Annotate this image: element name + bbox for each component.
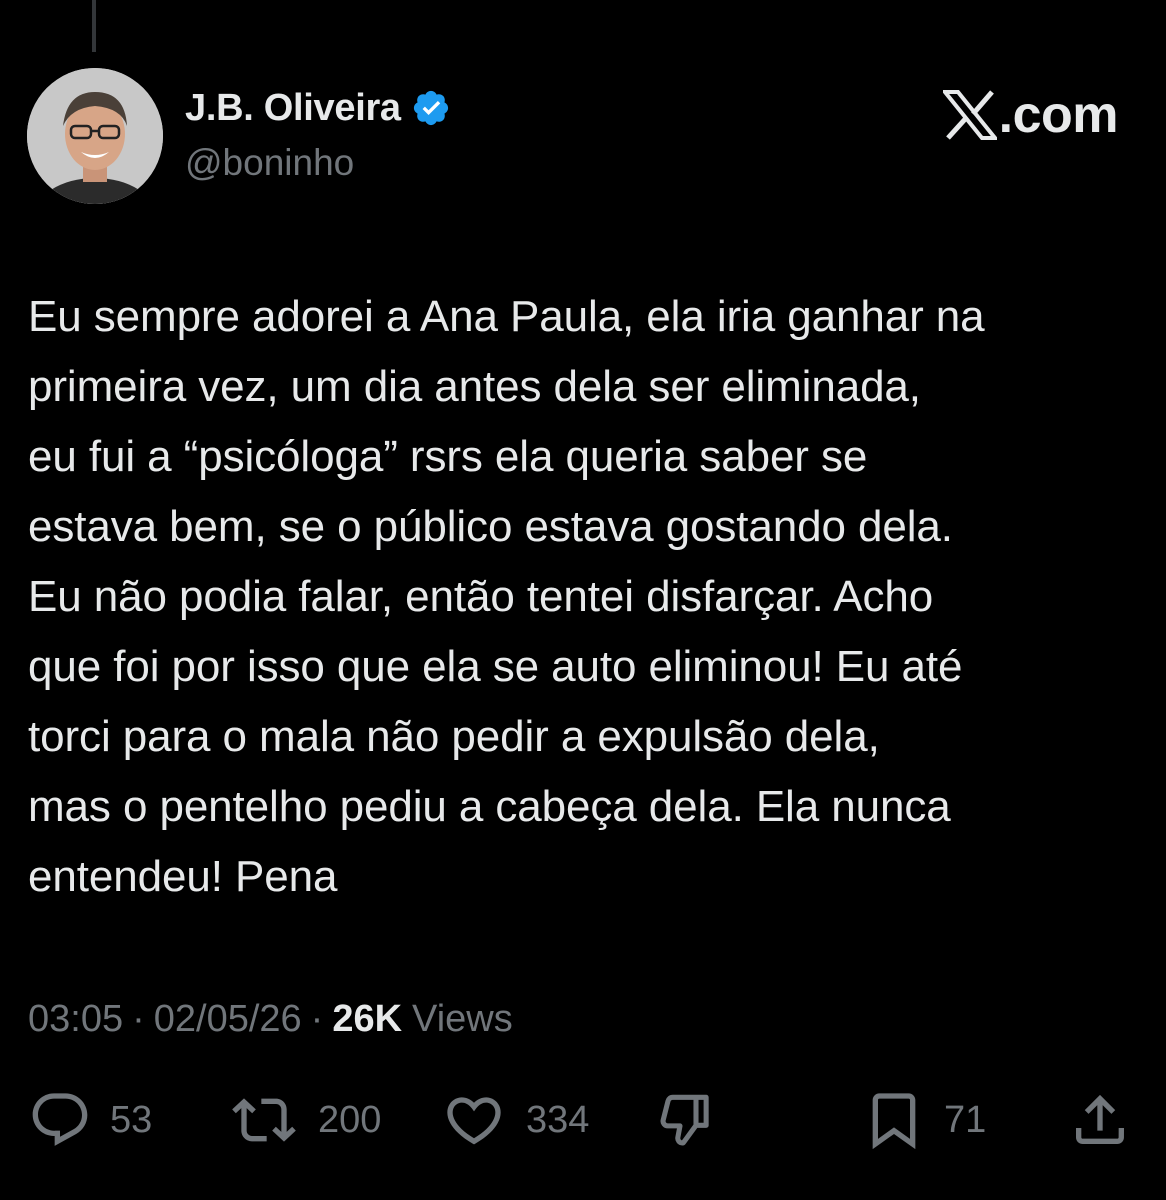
dislike-button[interactable]	[652, 1080, 716, 1160]
bookmark-icon	[872, 1093, 916, 1150]
thread-connector-line	[92, 0, 96, 52]
x-logo-icon	[940, 90, 999, 140]
action-bar: 53 200 334 71	[0, 1080, 1166, 1160]
like-count: 334	[526, 1098, 590, 1141]
bookmark-count: 71	[944, 1098, 987, 1141]
author-handle[interactable]: @boninho	[185, 142, 354, 184]
brand-watermark: .com	[940, 84, 1119, 146]
tweet-meta: 03:05 · 02/05/26 · 26K Views	[28, 992, 513, 1046]
reply-icon	[32, 1093, 88, 1146]
reply-count: 53	[110, 1098, 153, 1141]
tweet-text: Eu sempre adorei a Ana Paula, ela iria g…	[28, 292, 985, 901]
meta-separator: ·	[310, 997, 324, 1040]
meta-separator: ·	[132, 997, 145, 1040]
views-count: 26K	[332, 997, 403, 1040]
tweet-time[interactable]: 03:05	[28, 998, 123, 1041]
avatar-image	[27, 68, 163, 204]
tweet-date[interactable]: 02/05/26	[154, 998, 302, 1041]
repost-icon	[232, 1098, 296, 1142]
share-icon	[1076, 1094, 1124, 1144]
author-name[interactable]: J.B. Oliveira	[185, 87, 401, 130]
heart-icon	[447, 1097, 501, 1145]
repost-count: 200	[318, 1098, 382, 1141]
thumbs-down-icon	[660, 1094, 709, 1146]
share-button[interactable]	[1068, 1080, 1132, 1160]
brand-domain-text: .com	[998, 86, 1119, 144]
reply-button[interactable]: 53	[28, 1080, 152, 1160]
repost-button[interactable]: 200	[228, 1080, 381, 1160]
author-name-row[interactable]: J.B. Oliveira	[185, 84, 451, 132]
avatar[interactable]	[27, 68, 163, 204]
views-label: Views	[412, 997, 513, 1040]
bookmark-button[interactable]: 71	[862, 1080, 986, 1160]
like-button[interactable]: 334	[440, 1080, 589, 1160]
verified-badge-icon	[411, 88, 451, 128]
